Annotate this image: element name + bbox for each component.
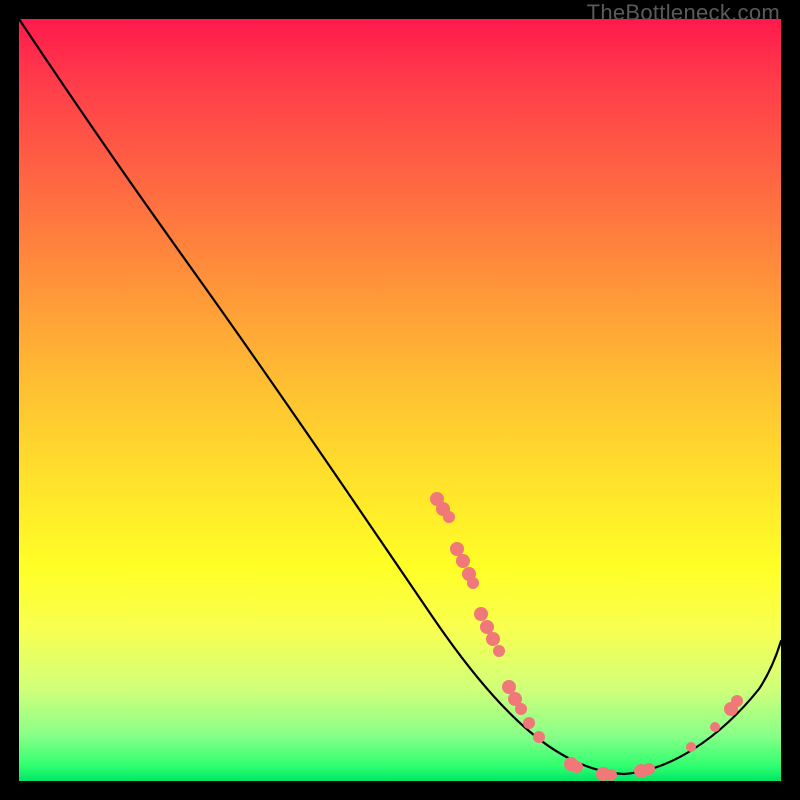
curve-line bbox=[19, 19, 781, 774]
chart-plot bbox=[19, 19, 781, 781]
data-point bbox=[605, 769, 617, 781]
data-point bbox=[710, 722, 720, 732]
data-point bbox=[533, 731, 545, 743]
data-point bbox=[480, 620, 494, 634]
data-point bbox=[515, 703, 527, 715]
data-point bbox=[474, 607, 488, 621]
data-point bbox=[643, 763, 655, 775]
data-point bbox=[443, 511, 455, 523]
data-point bbox=[486, 632, 500, 646]
data-point bbox=[523, 717, 535, 729]
data-point bbox=[502, 680, 516, 694]
data-point bbox=[456, 554, 470, 568]
data-point bbox=[467, 577, 479, 589]
data-point bbox=[686, 742, 696, 752]
data-point bbox=[493, 645, 505, 657]
data-point bbox=[571, 761, 583, 773]
data-point bbox=[731, 695, 743, 707]
watermark-text: TheBottleneck.com bbox=[587, 0, 780, 26]
data-markers bbox=[430, 492, 743, 781]
data-point bbox=[450, 542, 464, 556]
